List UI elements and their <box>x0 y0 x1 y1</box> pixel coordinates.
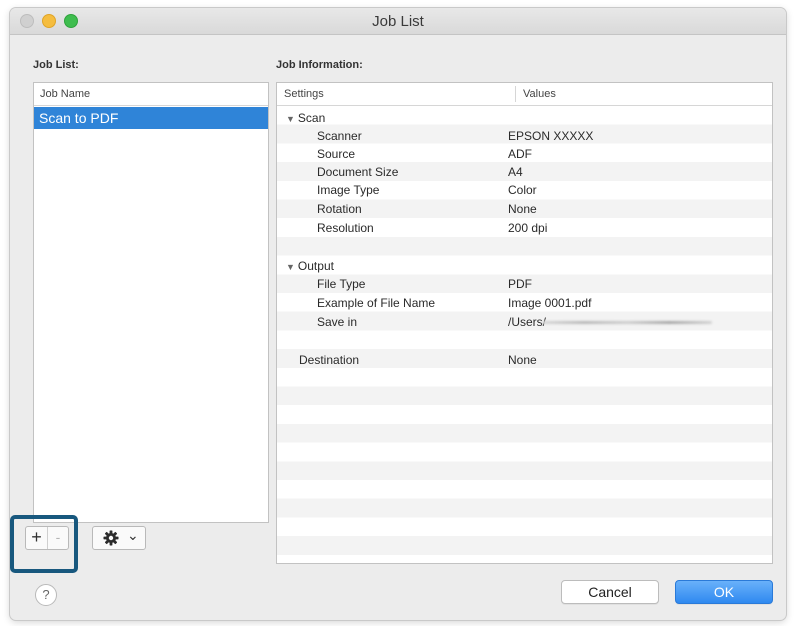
image-type-setting: Image Type <box>317 183 380 197</box>
output-group-label: ▼ Output <box>286 259 334 273</box>
job-list-header: Job Name <box>34 83 268 106</box>
cancel-button[interactable]: Cancel <box>561 580 659 604</box>
disclosure-triangle-icon[interactable]: ▼ <box>286 114 295 124</box>
destination-setting: Destination <box>299 353 360 367</box>
info-row-scanner: Scanner EPSON XXXXX <box>277 126 772 145</box>
scanner-value: EPSON XXXXX <box>508 129 594 143</box>
source-setting: Source <box>317 147 356 161</box>
window-title: Job List <box>372 13 424 30</box>
scan-group-text: Scan <box>297 111 326 125</box>
info-row-rotation: Rotation None <box>277 199 772 218</box>
file-type-setting: File Type <box>317 277 366 291</box>
job-list-item-label: Scan to PDF <box>39 110 119 126</box>
job-list-window: Job List Job List: Job Name Scan to PDF … <box>10 8 786 620</box>
job-list-panel: Job Name Scan to PDF <box>33 82 269 523</box>
resolution-setting: Resolution <box>317 221 374 235</box>
job-information-body: ▼ Scan Scanner EPSON XXXXX Source ADF Doc… <box>277 106 772 563</box>
values-column-header[interactable]: Values <box>523 88 556 100</box>
output-group-text: Output <box>297 259 334 273</box>
redacted-path <box>542 321 712 324</box>
save-in-value: /Users/ <box>508 315 547 329</box>
settings-column-header[interactable]: Settings <box>284 88 324 100</box>
resolution-value: 200 dpi <box>508 221 548 235</box>
job-list-item-scan-to-pdf[interactable]: Scan to PDF <box>34 107 268 129</box>
example-file-name-setting: Example of File Name <box>317 296 436 310</box>
scan-group-label: ▼ Scan <box>286 111 325 125</box>
job-settings-menu-button[interactable]: ⌄ <box>92 526 146 550</box>
info-row-save-in: Save in /Users/ <box>277 312 772 331</box>
source-value: ADF <box>508 147 532 161</box>
file-type-value: PDF <box>508 277 532 291</box>
info-row-file-type: File Type PDF <box>277 274 772 293</box>
image-type-value: Color <box>508 183 537 197</box>
remove-job-button[interactable]: - <box>48 527 68 549</box>
document-size-value: A4 <box>508 165 523 179</box>
help-button[interactable]: ? <box>35 584 57 606</box>
job-name-column-header[interactable]: Job Name <box>40 88 90 100</box>
disclosure-triangle-icon[interactable]: ▼ <box>286 262 295 272</box>
info-row-document-size: Document Size A4 <box>277 162 772 181</box>
info-row-output[interactable]: ▼ Output <box>277 256 772 275</box>
example-file-name-value: Image 0001.pdf <box>508 296 592 310</box>
scanner-setting: Scanner <box>317 129 362 143</box>
destination-value: None <box>508 353 537 367</box>
info-row-scan[interactable]: ▼ Scan <box>277 108 772 127</box>
rotation-value: None <box>508 202 537 216</box>
chevron-down-icon: ⌄ <box>127 527 139 543</box>
document-size-setting: Document Size <box>317 165 399 179</box>
job-information-table: Settings Values ▼ Scan Scanner EPSON XXXX… <box>276 82 773 564</box>
title-bar: Job List <box>10 8 786 35</box>
column-divider <box>515 86 516 102</box>
info-row-resolution: Resolution 200 dpi <box>277 218 772 237</box>
job-information-header: Settings Values <box>277 83 772 106</box>
job-information-label: Job Information: <box>276 59 363 71</box>
add-job-button[interactable]: + <box>26 527 48 549</box>
info-row-example-file-name: Example of File Name Image 0001.pdf <box>277 293 772 312</box>
info-row-destination: Destination None <box>277 350 772 369</box>
add-remove-segmented-control: + - <box>25 526 69 550</box>
info-row-image-type: Image Type Color <box>277 180 772 199</box>
info-row-source: Source ADF <box>277 144 772 163</box>
rotation-setting: Rotation <box>317 202 362 216</box>
gear-icon <box>103 530 119 546</box>
save-in-setting: Save in <box>317 315 358 329</box>
job-list-label: Job List: <box>33 59 79 71</box>
ok-button[interactable]: OK <box>675 580 773 604</box>
